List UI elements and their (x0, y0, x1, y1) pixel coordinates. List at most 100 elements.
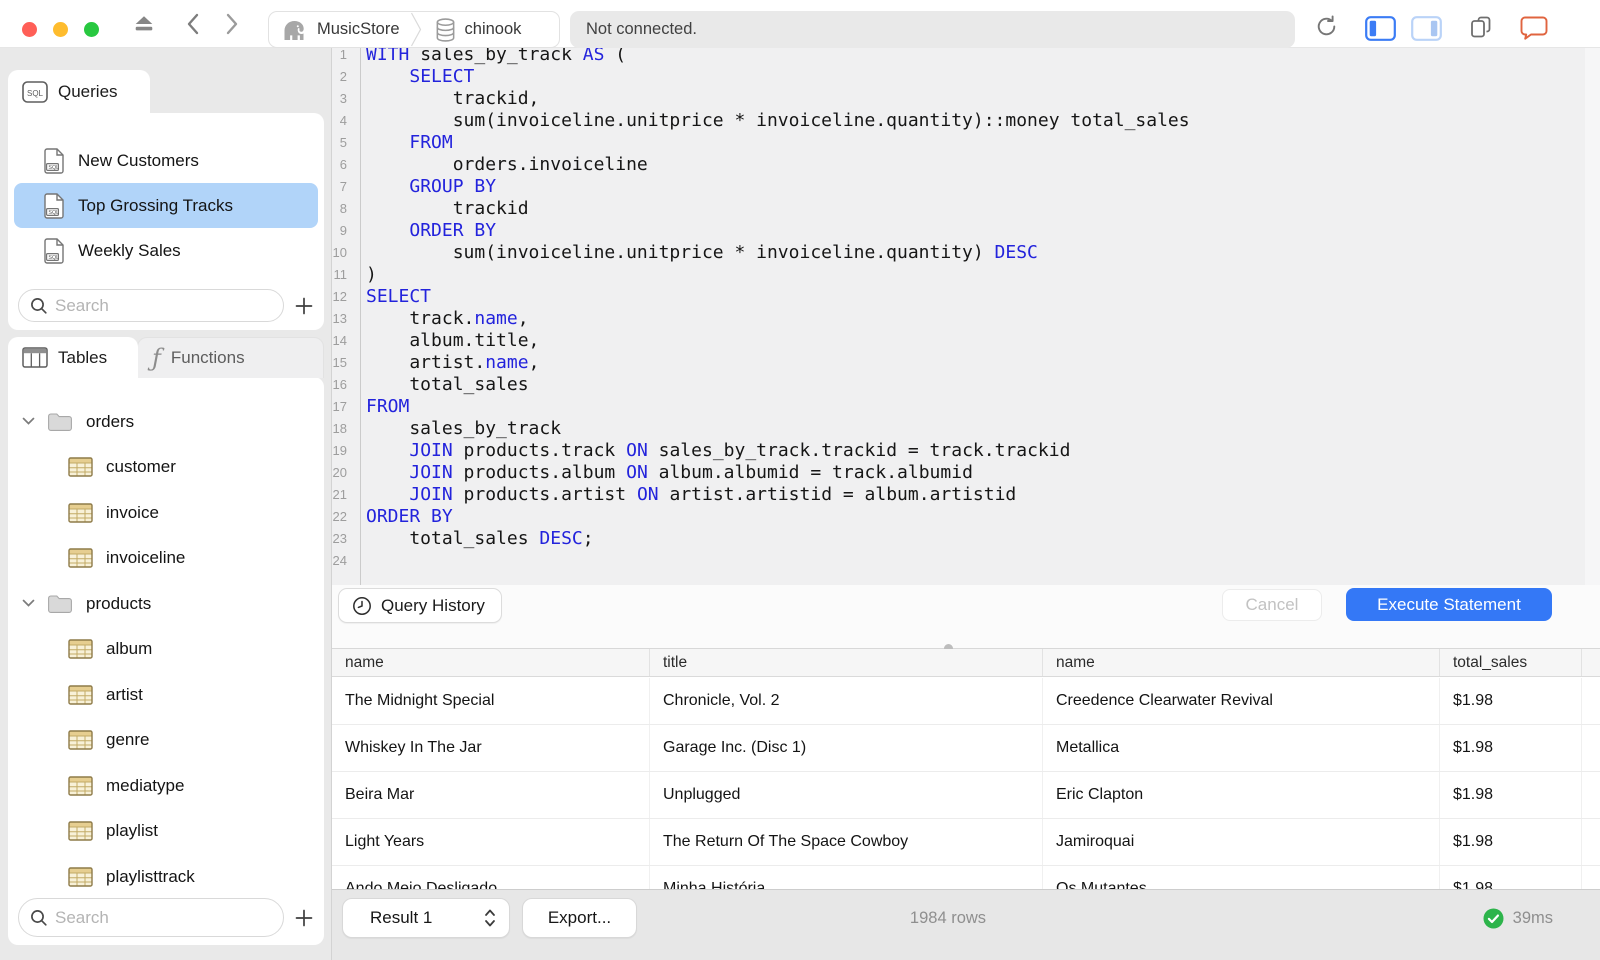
add-query-button[interactable] (292, 294, 316, 318)
schema-table-row[interactable]: genre (8, 718, 324, 764)
result-row[interactable]: Beira Mar Unplugged Eric Clapton $1.98 (332, 772, 1600, 819)
code-line[interactable]: 6 orders.invoiceline (332, 154, 1600, 176)
code-line[interactable]: 23 total_sales DESC; (332, 528, 1600, 550)
result-row[interactable]: Ando Meio Desligado Minha História Os Muta… (332, 866, 1600, 890)
minimize-button[interactable] (53, 22, 68, 37)
result-cell[interactable]: $1.98 (1440, 678, 1582, 724)
schema-table-row[interactable]: playlist (8, 809, 324, 855)
result-cell[interactable]: Metallica (1043, 725, 1440, 771)
add-table-button[interactable] (292, 906, 316, 930)
schema-table-row[interactable]: artist (8, 672, 324, 718)
back-button[interactable] (186, 13, 199, 35)
result-cell[interactable]: Garage Inc. (Disc 1) (650, 725, 1043, 771)
code-line[interactable]: 8 trackid (332, 198, 1600, 220)
code-line[interactable]: 14 album.title, (332, 330, 1600, 352)
disclosure-chevron-icon[interactable] (22, 417, 35, 426)
code-line[interactable]: 11) (332, 264, 1600, 286)
search-icon (30, 909, 48, 927)
schema-table-row[interactable]: mediatype (8, 763, 324, 809)
code-line[interactable]: 17 FROM (332, 396, 1600, 418)
cancel-button[interactable]: Cancel (1222, 589, 1322, 621)
folder-label: products (86, 593, 152, 613)
queries-search-input[interactable] (18, 289, 284, 322)
result-cell[interactable]: The Midnight Special (332, 678, 650, 724)
schema-table-row[interactable]: customer (8, 445, 324, 491)
code-line[interactable]: 5 FROM (332, 132, 1600, 154)
eject-icon[interactable] (133, 14, 155, 33)
breadcrumb: MusicStore chinook (268, 11, 560, 48)
query-list-item[interactable]: SQL New Customers (14, 138, 318, 183)
query-history-button[interactable]: Query History (338, 588, 502, 623)
disclosure-chevron-icon[interactable] (22, 599, 35, 608)
query-list-item[interactable]: SQL Top Grossing Tracks (14, 183, 318, 228)
line-number: 18 (332, 421, 347, 436)
code-line[interactable]: 4 sum(invoiceline.unitprice * invoicelin… (332, 110, 1600, 132)
result-cell[interactable]: $1.98 (1440, 772, 1582, 818)
result-row[interactable]: Whiskey In The Jar Garage Inc. (Disc 1) Me… (332, 725, 1600, 772)
code-line[interactable]: 24 (332, 550, 1600, 572)
toggle-right-sidebar-button[interactable] (1411, 16, 1442, 41)
code-line[interactable]: 16 total_sales (332, 374, 1600, 396)
schema-table-row[interactable]: album (8, 627, 324, 673)
column-header[interactable]: name (1043, 649, 1440, 676)
query-list-item[interactable]: SQL Weekly Sales (14, 228, 318, 273)
code-line[interactable]: 12 SELECT (332, 286, 1600, 308)
tab-tables[interactable]: Tables (8, 337, 138, 378)
feedback-bubble-icon[interactable] (1520, 15, 1548, 42)
result-cell[interactable]: Creedence Clearwater Revival (1043, 678, 1440, 724)
result-cell[interactable]: Ando Meio Desligado (332, 866, 650, 890)
schema-folder-row[interactable]: orders (8, 399, 324, 445)
code-line[interactable]: 20 JOIN products.album ON album.albumid … (332, 462, 1600, 484)
code-line[interactable]: 10 sum(invoiceline.unitprice * invoiceli… (332, 242, 1600, 264)
result-cell[interactable]: Chronicle, Vol. 2 (650, 678, 1043, 724)
result-cell[interactable]: Minha História (650, 866, 1043, 890)
column-header[interactable]: title (650, 649, 1043, 676)
duplicate-window-button[interactable] (1468, 15, 1493, 40)
refresh-button[interactable] (1313, 13, 1340, 40)
code-line[interactable]: 18 sales_by_track (332, 418, 1600, 440)
tab-queries[interactable]: SQL Queries (8, 70, 150, 114)
code-line[interactable]: 9 ORDER BY (332, 220, 1600, 242)
breadcrumb-database[interactable]: chinook (422, 12, 532, 47)
tables-search-input[interactable] (18, 898, 284, 937)
folder-icon (47, 594, 73, 614)
schema-table-row[interactable]: invoiceline (8, 536, 324, 582)
result-cell[interactable]: $1.98 (1440, 819, 1582, 865)
result-cell[interactable]: Whiskey In The Jar (332, 725, 650, 771)
column-header[interactable]: total_sales (1440, 649, 1582, 676)
result-cell[interactable]: $1.98 (1440, 725, 1582, 771)
code-line[interactable]: 19 JOIN products.track ON sales_by_track… (332, 440, 1600, 462)
schema-table-row[interactable]: invoice (8, 490, 324, 536)
code-line[interactable]: 7 GROUP BY (332, 176, 1600, 198)
result-row[interactable]: The Midnight Special Chronicle, Vol. 2 Cre… (332, 678, 1600, 725)
code-line[interactable]: 21 JOIN products.artist ON artist.artist… (332, 484, 1600, 506)
zoom-button[interactable] (84, 22, 99, 37)
sql-editor[interactable]: 1 WITH sales_by_track AS (2 SELECT 3 track… (332, 48, 1600, 585)
code-line[interactable]: 3 trackid, (332, 88, 1600, 110)
code-line[interactable]: 2 SELECT (332, 66, 1600, 88)
table-label: playlisttrack (106, 866, 195, 886)
result-row[interactable]: Light Years The Return Of The Space Cowbo… (332, 819, 1600, 866)
breadcrumb-server[interactable]: MusicStore (269, 12, 410, 47)
result-cell[interactable]: Unplugged (650, 772, 1043, 818)
result-cell[interactable]: Light Years (332, 819, 650, 865)
code-line[interactable]: 13 track.name, (332, 308, 1600, 330)
result-cell[interactable]: Jamiroquai (1043, 819, 1440, 865)
result-cell[interactable]: Eric Clapton (1043, 772, 1440, 818)
code-line[interactable]: 15 artist.name, (332, 352, 1600, 374)
code-line[interactable]: 22 ORDER BY (332, 506, 1600, 528)
schema-folder-row[interactable]: products (8, 581, 324, 627)
execute-statement-button[interactable]: Execute Statement (1346, 588, 1552, 621)
queries-panel: SQL New Customers SQL Top Grossing Tracks SQ… (8, 113, 324, 330)
result-cell[interactable]: Os Mutantes (1043, 866, 1440, 890)
close-button[interactable] (22, 22, 37, 37)
result-cell[interactable]: The Return Of The Space Cowboy (650, 819, 1043, 865)
tab-functions[interactable]: ƒ Functions (137, 337, 324, 378)
line-number: 24 (332, 553, 347, 568)
forward-button[interactable] (226, 13, 239, 35)
toggle-left-sidebar-button[interactable] (1365, 16, 1396, 41)
result-cell[interactable]: $1.98 (1440, 866, 1582, 890)
column-header[interactable]: name (332, 649, 650, 676)
result-cell[interactable]: Beira Mar (332, 772, 650, 818)
code-line[interactable]: 1 WITH sales_by_track AS ( (332, 48, 1600, 66)
